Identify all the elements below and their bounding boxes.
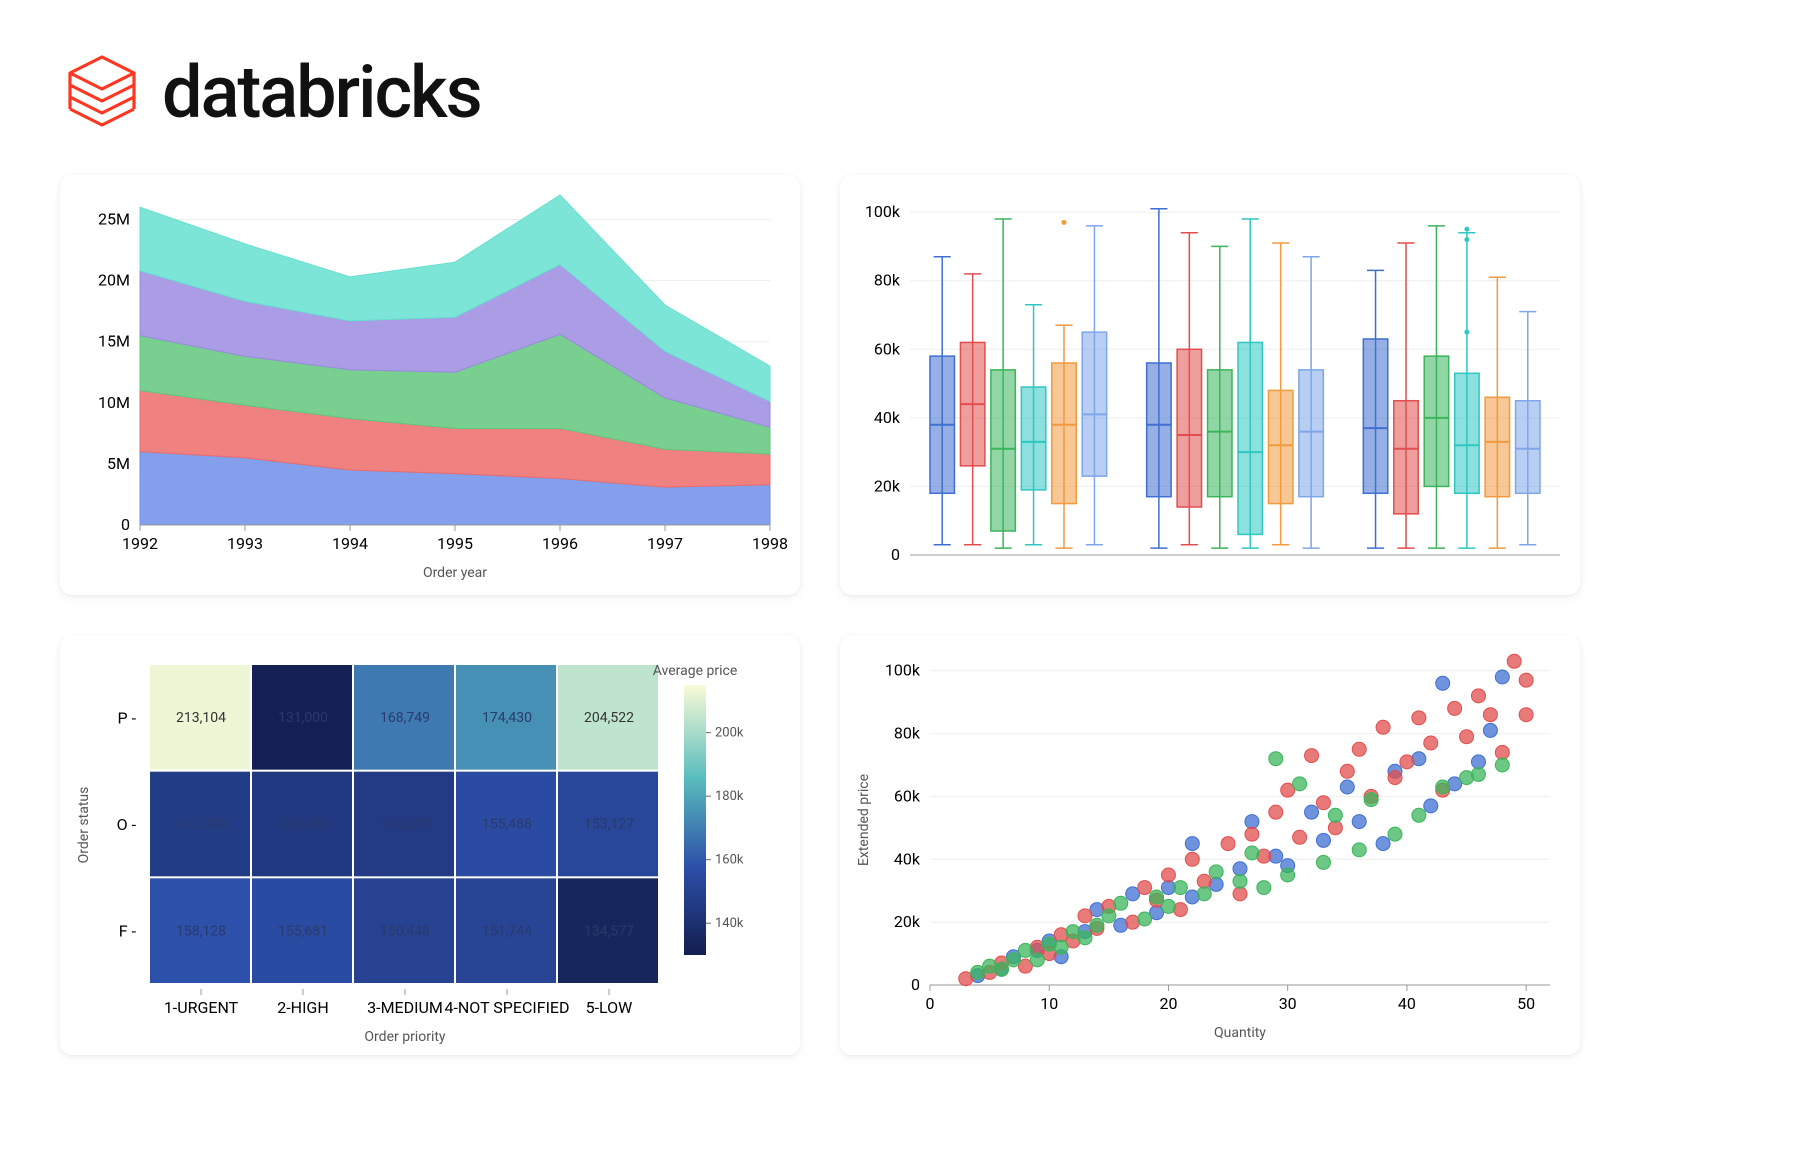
svg-text:153,127: 153,127 (584, 817, 634, 833)
svg-text:204,522: 204,522 (584, 710, 634, 726)
svg-text:40: 40 (1398, 994, 1416, 1013)
area-chart[interactable]: 0 5M 10M 15M 20M 25M 1992 1993 1994 1995 1996 1997 1… (60, 175, 800, 595)
svg-text:Order status: Order status (76, 787, 92, 864)
heatmap-card: 213,104 131,000 168,749 174,430 204,522 P - 14… (60, 635, 800, 1055)
svg-text:20k: 20k (894, 912, 921, 931)
svg-text:147,000: 147,000 (176, 817, 226, 833)
svg-text:P -: P - (118, 708, 137, 727)
box-chart-card: 0 20k 40k 60k 80k 100k (840, 175, 1580, 595)
svg-text:146,340: 146,340 (380, 817, 430, 833)
svg-text:Extended price: Extended price (856, 774, 872, 866)
svg-text:1997: 1997 (647, 534, 683, 553)
svg-text:20M: 20M (98, 271, 130, 290)
scatter-card: 0 20k 40k 60k 80k 100k 0 10 20 30 40 50 Quantity Exte… (840, 635, 1580, 1055)
svg-text:80k: 80k (874, 271, 901, 290)
svg-text:160k: 160k (715, 853, 744, 868)
box-chart[interactable]: 0 20k 40k 60k 80k 100k (840, 175, 1580, 595)
svg-text:1995: 1995 (437, 534, 473, 553)
svg-text:50: 50 (1517, 994, 1535, 1013)
svg-text:15M: 15M (98, 332, 130, 351)
svg-text:168,749: 168,749 (380, 710, 430, 726)
scatter-chart[interactable]: 0 20k 40k 60k 80k 100k 0 10 20 30 40 50 Quantity Exte… (840, 635, 1580, 1055)
svg-text:145,466: 145,466 (278, 817, 328, 833)
svg-text:0: 0 (891, 545, 900, 564)
svg-text:150,448: 150,448 (380, 923, 430, 939)
svg-text:30: 30 (1279, 994, 1297, 1013)
svg-text:20: 20 (1159, 994, 1177, 1013)
svg-text:4-NOT SPECIFIED: 4-NOT SPECIFIED (444, 998, 569, 1017)
svg-text:174,430: 174,430 (482, 710, 532, 726)
svg-text:1996: 1996 (542, 534, 578, 553)
svg-text:Quantity: Quantity (1214, 1025, 1266, 1041)
svg-text:20k: 20k (874, 476, 901, 495)
svg-text:Order priority: Order priority (364, 1029, 446, 1045)
svg-text:60k: 60k (874, 339, 901, 358)
svg-text:Order year: Order year (423, 565, 487, 581)
databricks-logo-icon (60, 51, 144, 135)
svg-text:5-LOW: 5-LOW (586, 998, 633, 1017)
svg-text:25M: 25M (98, 209, 130, 228)
svg-text:1998: 1998 (752, 534, 788, 553)
svg-text:0: 0 (911, 975, 920, 994)
svg-text:100k: 100k (865, 202, 901, 221)
svg-text:131,000: 131,000 (278, 710, 328, 726)
svg-text:10: 10 (1040, 994, 1058, 1013)
svg-text:1994: 1994 (332, 534, 368, 553)
svg-text:3-MEDIUM: 3-MEDIUM (367, 998, 443, 1017)
area-chart-card: 0 5M 10M 15M 20M 25M 1992 1993 1994 1995 1996 1997 1… (60, 175, 800, 595)
svg-text:Average price: Average price (653, 663, 738, 679)
heatmap-chart[interactable]: 213,104 131,000 168,749 174,430 204,522 P - 14… (60, 635, 800, 1055)
svg-text:155,681: 155,681 (278, 923, 328, 939)
svg-text:40k: 40k (874, 408, 901, 427)
svg-text:40k: 40k (894, 849, 921, 868)
svg-text:1-URGENT: 1-URGENT (164, 998, 239, 1017)
svg-text:80k: 80k (894, 724, 921, 743)
svg-text:5M: 5M (107, 454, 130, 473)
svg-text:213,104: 213,104 (176, 710, 226, 726)
svg-text:10M: 10M (98, 393, 130, 412)
svg-text:1993: 1993 (227, 534, 263, 553)
svg-text:158,128: 158,128 (176, 923, 226, 939)
svg-text:0: 0 (926, 994, 935, 1013)
brand-row: databricks (60, 50, 1752, 135)
svg-text:140k: 140k (715, 916, 744, 931)
svg-text:O -: O - (117, 815, 137, 834)
chart-grid: 0 5M 10M 15M 20M 25M 1992 1993 1994 1995 1996 1997 1… (60, 175, 1752, 1055)
svg-text:180k: 180k (715, 789, 744, 804)
svg-text:0: 0 (121, 515, 130, 534)
svg-text:200k: 200k (715, 726, 744, 741)
dashboard-page: databricks 0 5M 10M 15M 20M 25M 1992 1993 1994 19… (0, 0, 1812, 1163)
svg-text:155,488: 155,488 (482, 817, 532, 833)
svg-text:134,577: 134,577 (584, 923, 634, 939)
svg-text:60k: 60k (894, 786, 921, 805)
svg-text:2-HIGH: 2-HIGH (277, 998, 329, 1017)
svg-text:100k: 100k (885, 661, 921, 680)
svg-text:1992: 1992 (122, 534, 158, 553)
svg-text:151,744: 151,744 (482, 923, 532, 939)
brand-name: databricks (162, 50, 481, 135)
svg-text:F -: F - (119, 922, 137, 941)
